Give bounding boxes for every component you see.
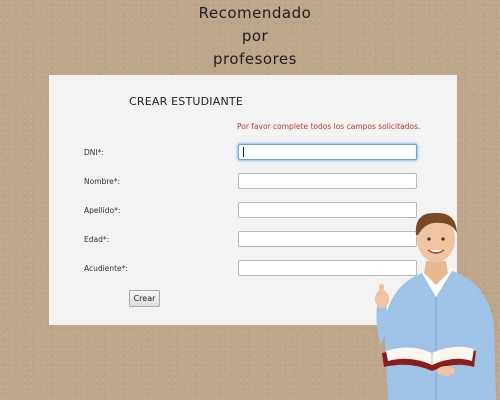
tagline: Recomendado por profesores xyxy=(170,2,340,71)
dni-label: DNI*: xyxy=(84,148,104,157)
tagline-line-1: Recomendado xyxy=(198,4,312,22)
dni-input[interactable] xyxy=(238,144,417,160)
form-title: CREAR ESTUDIANTE xyxy=(129,95,243,108)
teacher-with-book-image xyxy=(375,212,496,400)
crear-button[interactable]: Crear xyxy=(129,290,160,307)
nombre-label: Nombre*: xyxy=(84,177,121,186)
nombre-row: Nombre*: xyxy=(49,173,457,193)
required-fields-message: Por favor complete todos los campos soli… xyxy=(237,122,421,131)
tagline-line-2: por xyxy=(241,27,269,45)
nombre-input[interactable] xyxy=(238,173,417,189)
edad-label: Edad*: xyxy=(84,235,110,244)
text-caret xyxy=(243,147,244,157)
apellido-label: Apellido*: xyxy=(84,206,121,215)
acudiente-label: Acudiente*: xyxy=(84,264,128,273)
dni-row: DNI*: xyxy=(49,144,457,164)
tagline-line-3: profesores xyxy=(213,50,297,68)
